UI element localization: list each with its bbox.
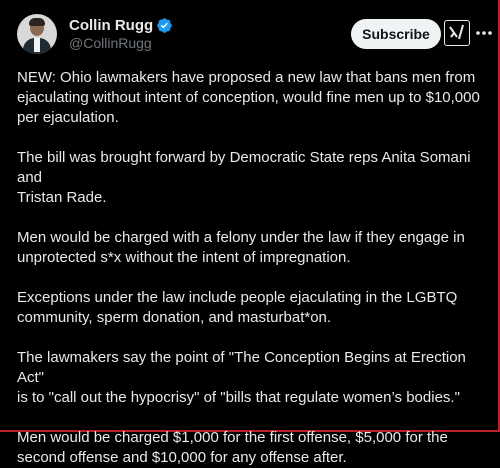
- tweet-body: NEW: Ohio lawmakers have proposed a new …: [17, 68, 491, 468]
- more-icon[interactable]: [475, 26, 493, 40]
- verified-badge-icon: [156, 17, 173, 34]
- tweet-paragraph: Men would be charged $1,000 for the firs…: [17, 429, 448, 466]
- avatar-shirt: [34, 38, 40, 52]
- tweet-paragraph: Exceptions under the law include people …: [17, 289, 458, 326]
- author-handle[interactable]: @CollinRugg: [69, 35, 152, 51]
- tweet-paragraph: NEW: Ohio lawmakers have proposed a new …: [17, 69, 480, 126]
- tweet-paragraph: Men would be charged with a felony under…: [17, 229, 465, 266]
- subscribe-button[interactable]: Subscribe: [351, 19, 441, 49]
- tweet-header: Collin Rugg @CollinRugg Subscribe: [17, 14, 492, 54]
- name-row: Collin Rugg: [69, 15, 173, 35]
- grok-icon[interactable]: [444, 20, 470, 46]
- avatar-hair: [29, 18, 45, 26]
- author-display-name[interactable]: Collin Rugg: [69, 17, 153, 34]
- avatar[interactable]: [17, 14, 57, 54]
- tweet-paragraph: The bill was brought forward by Democrat…: [17, 149, 471, 206]
- tweet-paragraph: The lawmakers say the point of "The Conc…: [17, 349, 466, 406]
